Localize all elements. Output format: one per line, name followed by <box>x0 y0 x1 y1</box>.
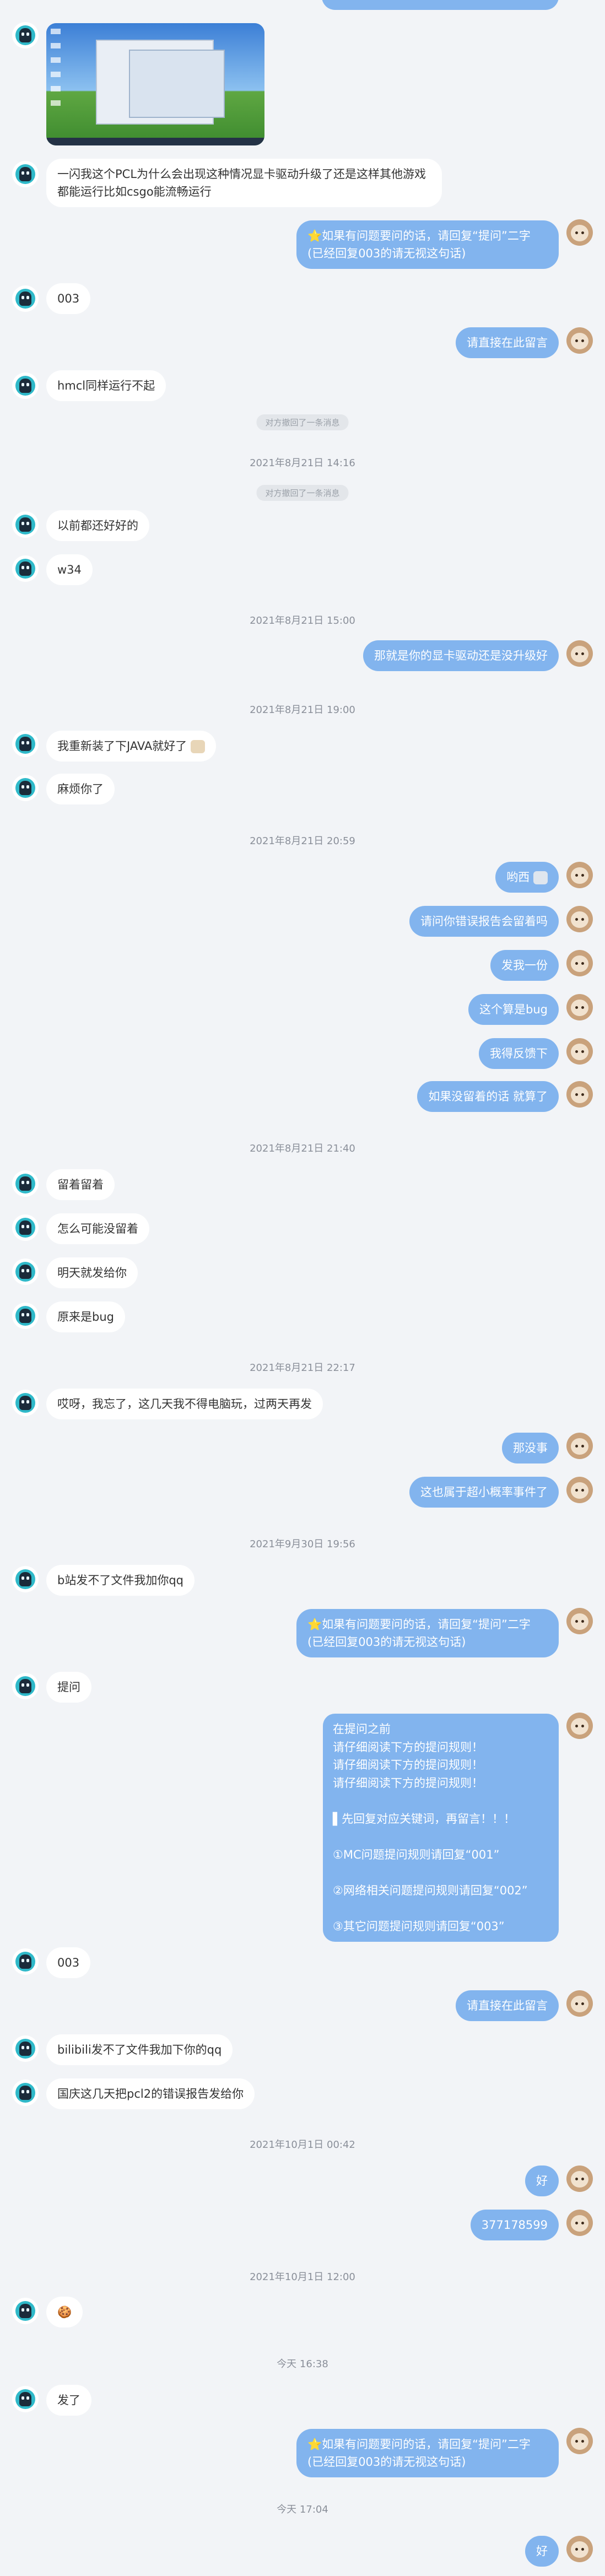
message-outgoing: 那没事 <box>502 1433 559 1463</box>
timestamp: 2021年8月21日 14:16 <box>250 457 355 469</box>
recall-notice: 对方撤回了一条消息 <box>256 485 349 501</box>
user-avatar[interactable] <box>12 1390 39 1416</box>
my-avatar[interactable] <box>566 1990 593 2017</box>
my-avatar[interactable] <box>566 994 593 1020</box>
my-avatar[interactable] <box>566 2210 593 2236</box>
user-avatar[interactable] <box>12 1214 39 1241</box>
message-outgoing: 那就是你的显卡驱动还是没升级好 <box>363 640 559 671</box>
my-avatar[interactable] <box>566 1433 593 1459</box>
user-avatar[interactable] <box>12 2298 39 2324</box>
message-outgoing: 请直接在此留言 <box>456 1990 559 2021</box>
message-incoming: 以前都还好好的 <box>46 510 149 541</box>
message-incoming: 发了 <box>46 2385 91 2416</box>
message-incoming: 003 <box>46 283 91 314</box>
message-incoming: w34 <box>46 554 93 585</box>
screenshot-image[interactable] <box>46 23 264 145</box>
my-avatar[interactable] <box>566 2165 593 2192</box>
message-outgoing: 好 <box>525 2165 559 2196</box>
user-avatar[interactable] <box>12 1259 39 1285</box>
message-outgoing-rules: 在提问之前 请仔细阅读下方的提问规则！ 请仔细阅读下方的提问规则！ 请仔细阅读下… <box>323 1714 559 1942</box>
user-avatar[interactable] <box>12 372 39 399</box>
timestamp: 2021年10月1日 00:42 <box>250 2139 355 2151</box>
message-outgoing: 我得反馈下 <box>479 1038 559 1069</box>
message-incoming: 哎呀，我忘了，这几天我不得电脑玩，过两天再发 <box>46 1389 323 1419</box>
user-avatar[interactable] <box>12 1566 39 1592</box>
message-incoming: bilibili发不了文件我加下你的qq <box>46 2034 233 2065</box>
message-incoming: b站发不了文件我加你qq <box>46 1565 195 1596</box>
user-avatar[interactable] <box>12 2035 39 2062</box>
timestamp: 今天 16:38 <box>277 2358 328 2370</box>
message-incoming-emoji: 🍪 <box>46 2297 83 2327</box>
message-incoming: 怎么可能没留着 <box>46 1213 149 1244</box>
message-bubble-outgoing-partial <box>322 0 559 10</box>
my-avatar[interactable] <box>566 1713 593 1739</box>
my-avatar[interactable] <box>566 1477 593 1503</box>
user-avatar[interactable] <box>12 1673 39 1699</box>
emoji-sticker-icon <box>190 740 205 753</box>
timestamp: 2021年8月21日 21:40 <box>250 1143 355 1154</box>
message-incoming: hmcl同样运行不起 <box>46 370 166 401</box>
user-avatar[interactable] <box>12 1170 39 1197</box>
user-avatar[interactable] <box>12 511 39 538</box>
timestamp: 2021年8月21日 20:59 <box>250 835 355 847</box>
message-outgoing: 请问你错误报告会留着吗 <box>409 906 559 937</box>
message-outgoing: 好 <box>525 2536 559 2567</box>
my-avatar[interactable] <box>566 906 593 932</box>
my-avatar[interactable] <box>566 862 593 888</box>
user-avatar[interactable] <box>12 775 39 801</box>
my-avatar[interactable] <box>566 640 593 667</box>
my-avatar[interactable] <box>566 327 593 354</box>
emoji-sticker-icon <box>533 871 548 884</box>
my-avatar[interactable] <box>566 1608 593 1634</box>
my-avatar[interactable] <box>566 950 593 976</box>
message-outgoing: 哟西 <box>495 862 559 893</box>
message-incoming: 国庆这几天把pcl2的错误报告发给你 <box>46 2078 255 2109</box>
my-avatar[interactable] <box>566 1038 593 1065</box>
message-incoming: 提问 <box>46 1672 91 1703</box>
message-outgoing: 发我一份 <box>490 950 559 981</box>
message-text: 哟西 <box>506 871 530 884</box>
user-avatar[interactable] <box>12 2080 39 2106</box>
user-avatar[interactable] <box>12 1948 39 1975</box>
message-incoming: 原来是bug <box>46 1301 125 1332</box>
timestamp: 2021年10月1日 12:00 <box>250 2271 355 2283</box>
message-incoming: 明天就发给你 <box>46 1257 138 1288</box>
user-avatar[interactable] <box>12 161 39 187</box>
user-avatar[interactable] <box>12 731 39 757</box>
message-outgoing: ⭐如果有问题要问的话，请回复“提问”二字 (已经回复003的请无视这句话) <box>296 1609 559 1657</box>
message-incoming: 一闪我这个PCL为什么会出现这种情况显卡驱动升级了还是这样其他游戏 都能运行比如… <box>46 159 442 207</box>
user-avatar[interactable] <box>12 2386 39 2412</box>
message-outgoing: 377178599 <box>470 2210 559 2240</box>
message-outgoing: ⭐如果有问题要问的话，请回复“提问”二字 (已经回复003的请无视这句话) <box>296 2429 559 2477</box>
my-avatar[interactable] <box>566 2536 593 2562</box>
message-outgoing: 请直接在此留言 <box>456 327 559 358</box>
message-outgoing: 如果没留着的话 就算了 <box>417 1081 559 1112</box>
message-incoming: 留着留着 <box>46 1169 115 1200</box>
timestamp: 2021年9月30日 19:56 <box>250 1538 355 1550</box>
timestamp: 2021年8月21日 19:00 <box>250 704 355 716</box>
my-avatar[interactable] <box>566 1081 593 1108</box>
message-outgoing: 这也属于超小概率事件了 <box>409 1477 559 1508</box>
user-avatar[interactable] <box>12 285 39 312</box>
recall-notice: 对方撤回了一条消息 <box>256 414 349 430</box>
message-outgoing: 这个算是bug <box>468 994 559 1025</box>
message-text: 我重新装了下JAVA就好了 <box>57 739 187 753</box>
timestamp: 2021年8月21日 22:17 <box>250 1362 355 1374</box>
message-incoming: 麻烦你了 <box>46 774 115 804</box>
my-avatar[interactable] <box>566 2428 593 2454</box>
message-incoming: 我重新装了下JAVA就好了 <box>46 731 216 762</box>
user-avatar[interactable] <box>12 555 39 582</box>
message-outgoing: ⭐如果有问题要问的话，请回复“提问”二字 (已经回复003的请无视这句话) <box>296 220 559 269</box>
timestamp: 今天 17:04 <box>277 2504 328 2515</box>
timestamp: 2021年8月21日 15:00 <box>250 615 355 627</box>
message-incoming: 003 <box>46 1947 91 1978</box>
my-avatar[interactable] <box>566 219 593 246</box>
user-avatar[interactable] <box>12 22 39 48</box>
user-avatar[interactable] <box>12 1303 39 1329</box>
